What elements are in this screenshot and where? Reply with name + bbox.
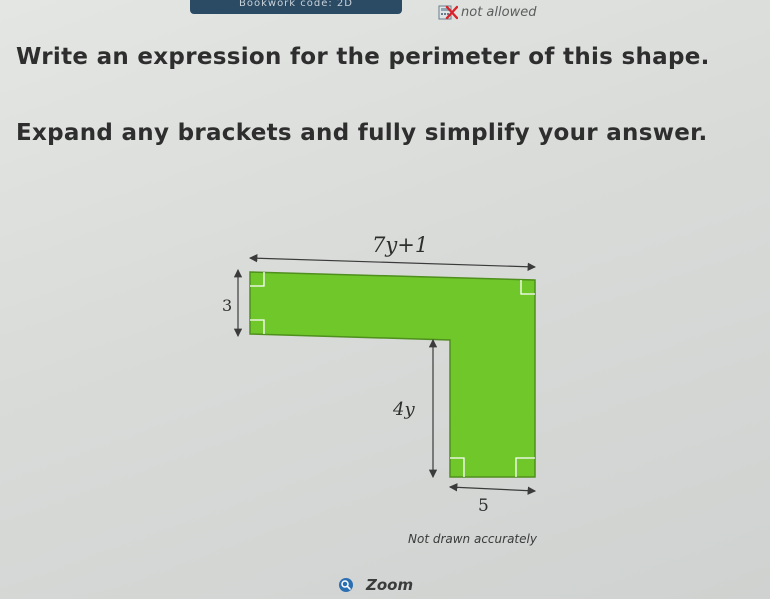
zoom-label: Zoom: [366, 576, 414, 594]
zoom-button[interactable]: Zoom: [338, 576, 413, 594]
not-to-scale-note: Not drawn accurately: [408, 532, 537, 546]
question-line-2: Expand any brackets and fully simplify y…: [16, 120, 708, 146]
bottom-dimension-arrow: [448, 483, 537, 495]
magnifier-icon: [338, 577, 354, 593]
bottom-length-label: 5: [478, 496, 489, 516]
l-shape: [249, 271, 536, 478]
inner-length-label: 4y: [392, 399, 415, 420]
left-length-label: 3: [222, 296, 232, 315]
calculator-crossed-icon: [438, 5, 459, 20]
l-shape-diagram: 7y+1 3 4y 5: [210, 222, 560, 522]
bookwork-code-text: Bookwork code: 2D: [239, 0, 353, 9]
question-line-1: Write an expression for the perimeter of…: [16, 44, 710, 70]
calculator-label: not allowed: [461, 4, 537, 20]
top-dimension-arrow: [248, 254, 537, 271]
bookwork-code-bar: Bookwork code: 2D: [190, 0, 402, 14]
top-length-label: 7y+1: [372, 233, 428, 257]
calculator-status: not allowed: [438, 4, 536, 20]
